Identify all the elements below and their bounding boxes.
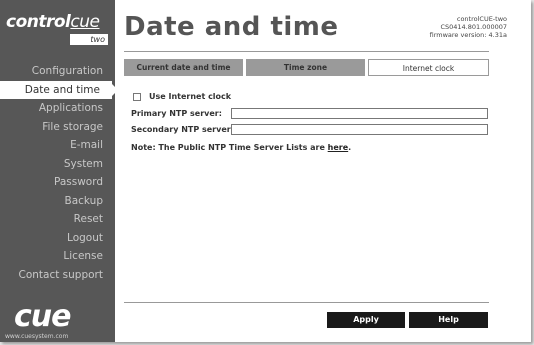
sidebar-item-applications[interactable]: Applications xyxy=(0,99,115,118)
note-text: Note: The Public NTP Time Server Lists a… xyxy=(131,143,328,152)
device-id: CS0414.801.000007 xyxy=(440,23,507,31)
sidebar-item-reset[interactable]: Reset xyxy=(0,210,115,229)
logo-main: control xyxy=(6,12,71,32)
sidebar: controlcue two Configuration Date and ti… xyxy=(0,0,118,342)
sidebar-item-email[interactable]: E-mail xyxy=(0,136,115,155)
app-window: controlcue two Configuration Date and ti… xyxy=(0,0,531,342)
device-info: controlCUE-two CS0414.801.000007 firmwar… xyxy=(430,15,507,39)
use-internet-clock-label: Use Internet clock xyxy=(149,92,232,101)
sidebar-item-file-storage[interactable]: File storage xyxy=(0,118,115,137)
primary-ntp-label: Primary NTP server: xyxy=(131,109,222,118)
device-name: controlCUE-two xyxy=(456,15,507,23)
sidebar-item-password[interactable]: Password xyxy=(0,173,115,192)
logo-accent: cue xyxy=(70,12,100,32)
secondary-ntp-label: Secondary NTP server: xyxy=(131,125,234,134)
note-suffix: . xyxy=(348,143,352,152)
page-title: Date and time xyxy=(124,12,339,42)
apply-button[interactable]: Apply xyxy=(327,312,405,328)
logo-text: controlcue xyxy=(6,12,100,32)
sidebar-item-contact-support[interactable]: Contact support xyxy=(0,266,115,285)
primary-ntp-input[interactable] xyxy=(231,108,488,119)
sidebar-item-license[interactable]: License xyxy=(0,247,115,266)
tab-internet-clock[interactable]: Internet clock xyxy=(368,59,489,76)
help-button[interactable]: Help xyxy=(409,312,488,328)
website-url: www.cuesystem.com xyxy=(5,333,69,340)
sidebar-item-system[interactable]: System xyxy=(0,155,115,174)
use-internet-clock-row: Use Internet clock xyxy=(133,92,231,101)
logo-sub: two xyxy=(70,34,108,45)
footer-divider xyxy=(124,302,489,303)
secondary-ntp-input[interactable] xyxy=(231,124,488,135)
controlcue-logo: controlcue two xyxy=(6,10,110,50)
header-divider xyxy=(124,51,489,52)
cue-logo: cue xyxy=(14,299,71,334)
ntp-list-link[interactable]: here xyxy=(328,143,349,152)
ntp-note: Note: The Public NTP Time Server Lists a… xyxy=(131,143,351,152)
use-internet-clock-checkbox[interactable] xyxy=(133,92,141,101)
sidebar-item-configuration[interactable]: Configuration xyxy=(0,62,115,81)
tab-time-zone[interactable]: Time zone xyxy=(246,59,365,76)
tab-bar: Current date and time Time zone Internet… xyxy=(124,59,489,78)
sidebar-nav: Configuration Date and time Applications… xyxy=(0,62,118,285)
tab-current-date-and-time[interactable]: Current date and time xyxy=(124,59,243,76)
sidebar-item-backup[interactable]: Backup xyxy=(0,192,115,211)
firmware-version: firmware version: 4.31a xyxy=(429,31,507,39)
sidebar-item-logout[interactable]: Logout xyxy=(0,229,115,248)
sidebar-item-date-and-time[interactable]: Date and time xyxy=(0,80,118,99)
